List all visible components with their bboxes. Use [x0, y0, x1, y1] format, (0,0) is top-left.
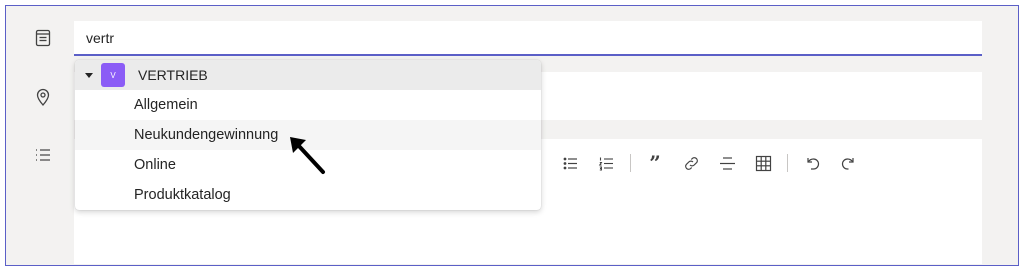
pointer-arrow-icon [287, 134, 327, 176]
horizontal-rule-icon[interactable] [709, 150, 745, 176]
quote-icon[interactable]: ” [637, 150, 673, 176]
toolbar-separator [787, 154, 788, 172]
suggestion-item[interactable]: Allgemein [75, 90, 541, 120]
title-field[interactable] [74, 21, 982, 56]
bulleted-list-icon[interactable] [552, 150, 588, 176]
redo-icon[interactable] [830, 150, 866, 176]
details-list-icon [33, 145, 53, 165]
undo-icon[interactable] [794, 150, 830, 176]
title-icon [33, 28, 53, 48]
suggestion-group-header[interactable]: V VERTRIEB [75, 60, 541, 90]
location-icon [33, 87, 53, 107]
group-label: VERTRIEB [138, 67, 208, 83]
title-input[interactable] [74, 21, 982, 54]
toolbar-separator [630, 154, 631, 172]
caret-down-icon[interactable] [85, 72, 93, 78]
table-icon[interactable] [745, 150, 781, 176]
link-icon[interactable] [673, 150, 709, 176]
formatting-toolbar: ” [532, 150, 866, 176]
group-avatar: V [101, 63, 125, 87]
quote-glyph: ” [649, 151, 661, 175]
suggestion-item[interactable]: Produktkatalog [75, 180, 541, 210]
numbered-list-icon[interactable] [588, 150, 624, 176]
